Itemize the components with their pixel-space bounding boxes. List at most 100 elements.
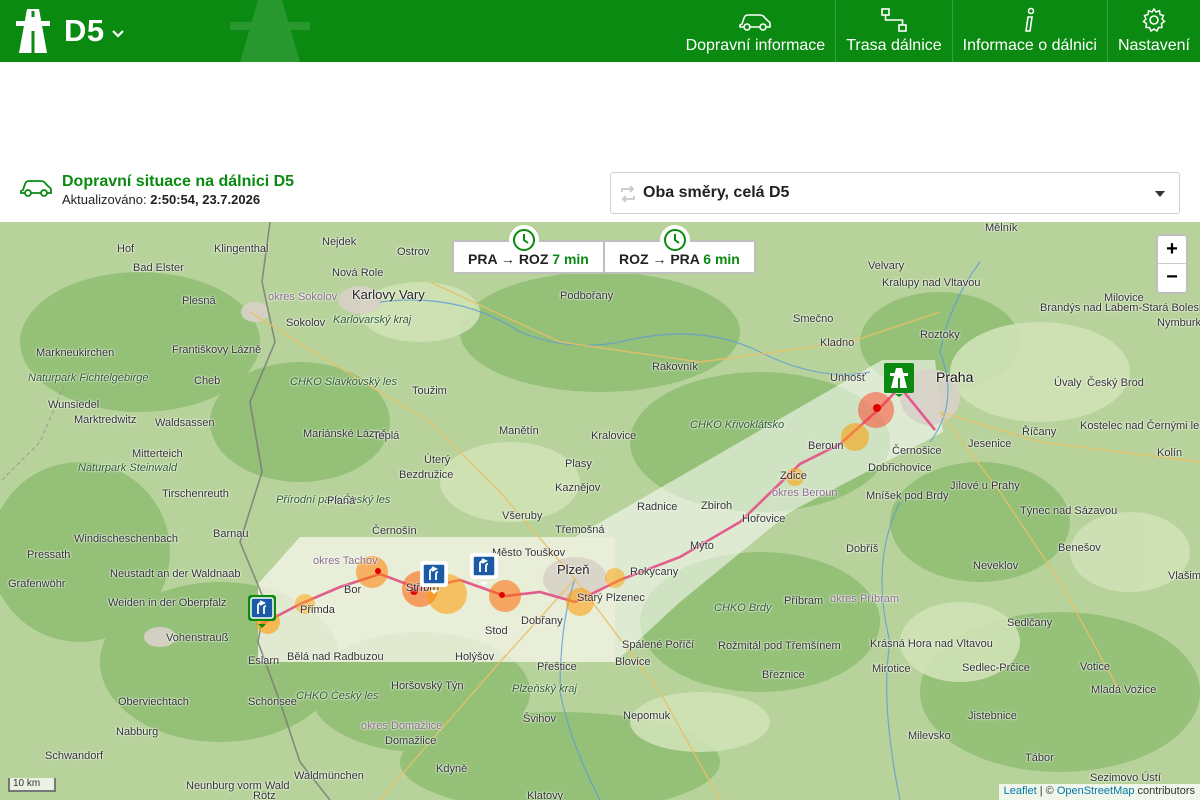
nav-traffic-info[interactable]: Dopravní informace	[676, 0, 836, 62]
place-label: Jílové u Prahy	[950, 480, 1020, 492]
place-label: Příbram	[784, 595, 824, 607]
nav-highway-info[interactable]: Informace o dálnici	[951, 0, 1107, 62]
nav-highway-route[interactable]: Trasa dálnice	[835, 0, 951, 62]
place-label: Klingenthal	[214, 243, 269, 255]
place-label: Plzeňský kraj	[512, 683, 577, 695]
place-label: Naturpark Fichtelgebirge	[28, 372, 149, 384]
nav-highway-route-label: Trasa dálnice	[846, 37, 942, 54]
traffic-map[interactable]: Klingenthal Hof Nejdek Ostrov Bad Elster…	[0, 222, 1200, 800]
highway-exit-icon	[248, 595, 276, 628]
place-label: Horšovský Týn	[391, 680, 464, 692]
place-label: Karlovy Vary	[352, 287, 425, 302]
highway-exit-icon	[470, 553, 498, 586]
place-label: Dobřichovice	[868, 462, 932, 474]
place-label: Sedlčany	[1007, 617, 1053, 629]
place-label: Kladno	[820, 337, 855, 349]
place-label: Podbořany	[560, 290, 614, 302]
nav-traffic-info-label: Dopravní informace	[685, 37, 826, 54]
place-label: Týnec nad Sázavou	[1020, 505, 1118, 517]
place-label: Roztoky	[920, 329, 960, 341]
place-label: Zbiroh	[701, 500, 733, 512]
clock-icon	[509, 225, 539, 255]
place-label: Kostelec nad Černými lesy	[1080, 420, 1200, 432]
place-label: Schwandorf	[45, 750, 104, 762]
place-label: Mělník	[985, 222, 1018, 234]
place-label: Mníšek pod Brdy	[866, 490, 949, 502]
place-label: Nejdek	[322, 236, 357, 248]
place-label: CHKO Slavkovský les	[290, 376, 397, 388]
place-label: Waldmünchen	[294, 770, 364, 782]
place-label: Vohenstrauß	[166, 632, 229, 644]
place-label: Český Brod	[1087, 377, 1144, 389]
place-label: Úterý	[424, 454, 451, 466]
place-label: Plasy	[565, 458, 592, 470]
place-label: Kaznějov	[555, 482, 601, 494]
nav-settings[interactable]: Nastavení	[1106, 0, 1200, 62]
attribution-suffix: contributors	[1134, 785, 1195, 797]
place-label: Třemošná	[555, 524, 605, 536]
highway-title: D5	[64, 13, 105, 48]
place-label: Švihov	[523, 713, 557, 725]
place-label: Waldsassen	[155, 417, 215, 429]
highway-start-marker[interactable]	[884, 363, 914, 397]
place-label: Vlašim	[1168, 570, 1200, 582]
place-label: Úvaly	[1054, 377, 1082, 389]
zoom-out-button[interactable]: −	[1158, 264, 1186, 292]
caret-down-icon	[1155, 191, 1165, 197]
place-label: Milovice	[1104, 292, 1144, 304]
place-label: Dobříš	[846, 543, 879, 555]
place-label: Pressath	[27, 549, 71, 561]
place-label: Černošín	[372, 525, 417, 537]
place-label: Kdyně	[436, 763, 468, 775]
nav-highway-info-label: Informace o dálnici	[962, 37, 1097, 54]
place-label: Černošice	[892, 445, 942, 457]
map-attribution: Leaflet | © OpenStreetMap contributors	[998, 784, 1200, 800]
travel-time-value: 7 min	[552, 251, 589, 267]
place-label: Blovice	[615, 656, 651, 668]
place-label: Tábor	[1025, 752, 1054, 764]
highway-icon	[884, 363, 914, 397]
place-label: CHKO Český les	[296, 690, 379, 702]
chevron-down-icon	[111, 30, 124, 38]
last-updated-value: 2:50:54, 23.7.2026	[150, 192, 261, 207]
top-bar: D5 Dopravní informace Trasa dálnice Info…	[0, 0, 1200, 62]
place-label: Mladá Vožice	[1091, 684, 1157, 696]
place-label: Teplá	[373, 430, 400, 442]
place-label: Krásná Hora nad Vltavou	[870, 638, 993, 650]
place-label: Sokolov	[286, 317, 326, 329]
exit-marker[interactable]	[419, 560, 449, 594]
place-label: Město Touškov	[492, 547, 566, 559]
place-label: Radnice	[637, 501, 678, 513]
place-label: Weiden in der Oberpfalz	[108, 597, 227, 609]
attribution-separator: | ©	[1036, 785, 1057, 797]
place-label: Nepomuk	[623, 710, 671, 722]
direction-select[interactable]: Oba směry, celá D5	[610, 172, 1180, 214]
highway-exit-icon	[420, 561, 448, 594]
place-label: Spálené Poříčí	[622, 639, 695, 651]
place-label: Všeruby	[502, 510, 543, 522]
travel-time-value: 6 min	[703, 251, 740, 267]
place-label: Eslarn	[248, 655, 280, 667]
clock-icon	[660, 225, 690, 255]
direction-select-value: Oba směry, celá D5	[643, 184, 790, 201]
highway-switcher[interactable]: D5	[14, 8, 125, 54]
place-label: CHKO Křivoklátsko	[690, 419, 785, 431]
nav-settings-label: Nastavení	[1117, 37, 1190, 54]
exit-marker[interactable]	[469, 552, 499, 586]
place-label: Zdice	[780, 470, 807, 482]
place-label: Bezdružice	[399, 469, 454, 481]
place-label: okres Sokolov	[268, 291, 338, 303]
exit-marker[interactable]	[247, 594, 277, 628]
place-label: Beroun	[808, 440, 844, 452]
place-label: CHKO Brdy	[714, 602, 772, 614]
place-label: Milevsko	[908, 730, 951, 742]
place-label: Oberviechtach	[118, 696, 189, 708]
leaflet-link[interactable]: Leaflet	[1004, 785, 1037, 797]
zoom-in-button[interactable]: +	[1158, 236, 1186, 264]
place-label: Neustadt an der Waldnaab	[110, 568, 241, 580]
place-label: Jistebnice	[968, 710, 1017, 722]
swap-directions-icon	[621, 185, 635, 203]
main-nav: Dopravní informace Trasa dálnice Informa…	[676, 0, 1200, 62]
osm-link[interactable]: OpenStreetMap	[1057, 785, 1135, 797]
route-icon	[881, 8, 907, 32]
